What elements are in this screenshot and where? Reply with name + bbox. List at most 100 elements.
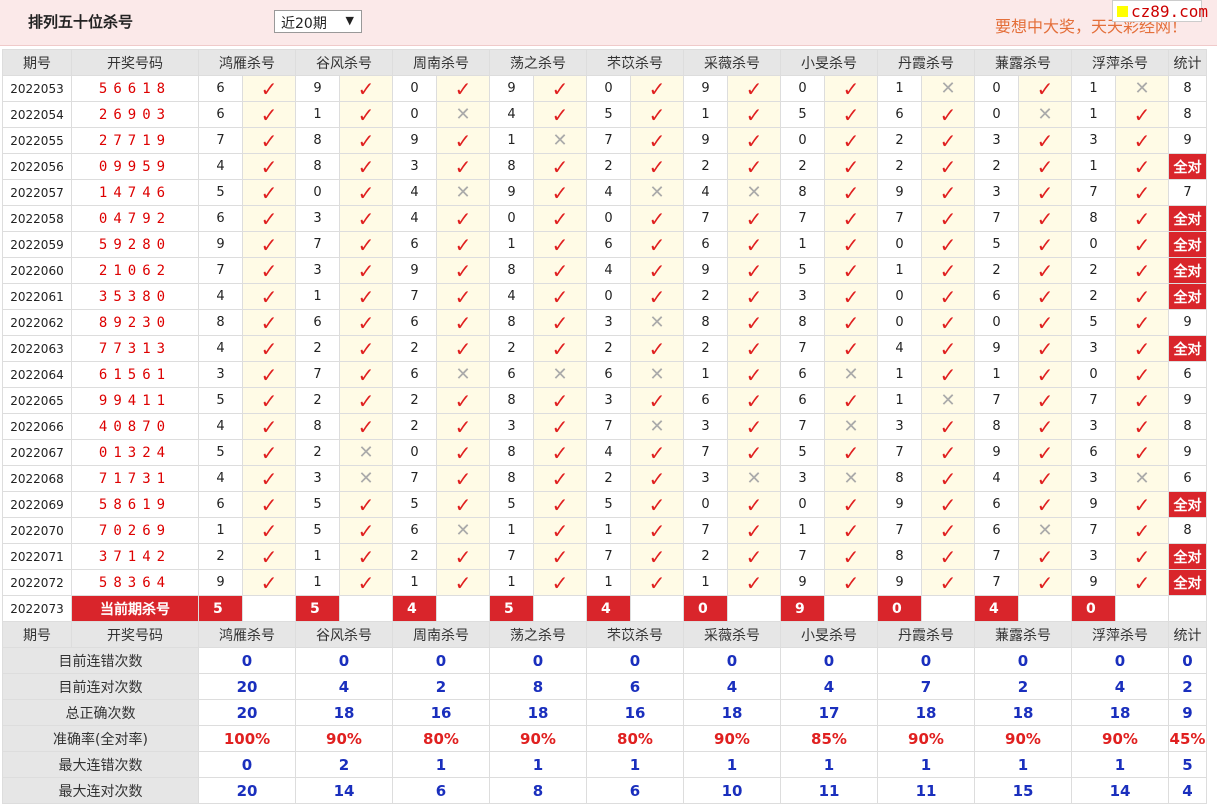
kill-number-cell: 4 bbox=[877, 335, 922, 362]
kill-number-cell: 6 bbox=[392, 361, 437, 388]
summary-value: 11 bbox=[780, 777, 878, 804]
kill-number-cell: 6 bbox=[877, 101, 922, 128]
kill-number-cell: 8 bbox=[489, 153, 534, 180]
check-icon: ✓ bbox=[921, 153, 975, 180]
check-icon: ✓ bbox=[339, 283, 393, 310]
kill-number-cell: 3 bbox=[1071, 413, 1116, 440]
kill-number-cell: 6 bbox=[392, 517, 437, 544]
kill-number-cell: 8 bbox=[1071, 205, 1116, 232]
site-logo[interactable]: cz89.com bbox=[1112, 0, 1208, 22]
check-icon: ✓ bbox=[436, 569, 490, 596]
check-icon: ✓ bbox=[533, 413, 587, 440]
check-icon: ✓ bbox=[727, 283, 781, 310]
kill-number-cell: 0 bbox=[974, 101, 1019, 128]
kill-number-cell: 0 bbox=[1071, 231, 1116, 258]
table-row: 2022054 26903 6 ✓ 1 ✓ 0 ✕ 4 ✓ 5 ✓ 1 ✓ 5 ✓ 6 ✓ 0 ✕ 1 ✓ 8 bbox=[2, 101, 1207, 128]
kill-number-cell: 9 bbox=[683, 127, 728, 154]
top-bar: 排列五十位杀号 近20期 ▼ 要想中大奖，天天彩经网！ cz89.com bbox=[0, 0, 1217, 46]
check-icon: ✓ bbox=[1018, 283, 1072, 310]
table-row: 2022071 37142 2 ✓ 1 ✓ 2 ✓ 7 ✓ 7 ✓ 2 ✓ 7 ✓ 8 ✓ 7 ✓ 3 ✓ 全对 bbox=[2, 543, 1207, 570]
check-icon: ✓ bbox=[727, 413, 781, 440]
check-icon: ✓ bbox=[727, 387, 781, 414]
check-icon: ✓ bbox=[824, 283, 878, 310]
cross-icon: ✕ bbox=[436, 179, 490, 206]
stat-cell: 8 bbox=[1168, 517, 1207, 544]
kill-number-cell: 0 bbox=[586, 75, 631, 102]
summary-value: 90% bbox=[974, 725, 1072, 752]
table-row: 2022063 77313 4 ✓ 2 ✓ 2 ✓ 2 ✓ 2 ✓ 2 ✓ 7 ✓ 4 ✓ 9 ✓ 3 ✓ 全对 bbox=[2, 335, 1207, 362]
check-icon: ✓ bbox=[1115, 361, 1169, 388]
kill-number-cell: 9 bbox=[877, 569, 922, 596]
summary-value: 7 bbox=[877, 673, 975, 700]
summary-value: 16 bbox=[586, 699, 684, 726]
kill-number-cell: 2 bbox=[780, 153, 825, 180]
open-number-cell: 27719 bbox=[71, 127, 199, 154]
col-header-expert: 鸿雁杀号 bbox=[198, 621, 296, 648]
col-header-expert: 浮萍杀号 bbox=[1071, 49, 1169, 76]
summary-value: 6 bbox=[392, 777, 490, 804]
kill-number-cell: 0 bbox=[877, 283, 922, 310]
check-icon: ✓ bbox=[242, 491, 296, 518]
kill-number-cell: 0 bbox=[1071, 361, 1116, 388]
summary-label: 最大连对次数 bbox=[2, 777, 199, 804]
kill-number-cell: 4 bbox=[586, 439, 631, 466]
table-row: 2022055 27719 7 ✓ 8 ✓ 9 ✓ 1 ✕ 7 ✓ 9 ✓ 0 ✓ 2 ✓ 3 ✓ 3 ✓ 9 bbox=[2, 127, 1207, 154]
summary-value: 20 bbox=[198, 777, 296, 804]
summary-value: 2 bbox=[295, 751, 393, 778]
check-icon: ✓ bbox=[533, 491, 587, 518]
kill-number-cell: 7 bbox=[198, 257, 243, 284]
check-icon: ✓ bbox=[921, 543, 975, 570]
kill-number-cell: 6 bbox=[780, 361, 825, 388]
check-icon: ✓ bbox=[824, 491, 878, 518]
cross-icon: ✕ bbox=[1018, 517, 1072, 544]
open-number-cell: 01324 bbox=[71, 439, 199, 466]
kill-number-cell: 1 bbox=[1071, 153, 1116, 180]
kill-number-cell: 7 bbox=[780, 335, 825, 362]
kill-number-cell: 4 bbox=[392, 179, 437, 206]
check-icon: ✓ bbox=[1115, 491, 1169, 518]
current-kill-blank bbox=[630, 595, 684, 622]
check-icon: ✓ bbox=[339, 101, 393, 128]
period-select[interactable]: 近20期 ▼ bbox=[274, 10, 362, 33]
summary-stat-value: 0 bbox=[1168, 647, 1207, 674]
summary-value: 11 bbox=[877, 777, 975, 804]
kill-number-cell: 0 bbox=[974, 75, 1019, 102]
all-correct-badge: 全对 bbox=[1168, 205, 1207, 232]
check-icon: ✓ bbox=[1115, 127, 1169, 154]
kill-number-cell: 0 bbox=[974, 309, 1019, 336]
summary-value: 20 bbox=[198, 699, 296, 726]
kill-number-cell: 5 bbox=[489, 491, 534, 518]
check-icon: ✓ bbox=[339, 569, 393, 596]
period-cell: 2022056 bbox=[2, 153, 72, 180]
check-icon: ✓ bbox=[1018, 569, 1072, 596]
kill-number-cell: 3 bbox=[489, 413, 534, 440]
stat-cell: 9 bbox=[1168, 387, 1207, 414]
stat-cell: 9 bbox=[1168, 439, 1207, 466]
kill-number-cell: 9 bbox=[295, 75, 340, 102]
current-kill-number: 5 bbox=[489, 595, 534, 622]
col-header-expert: 丹霞杀号 bbox=[877, 49, 975, 76]
table-row: 2022068 71731 4 ✓ 3 ✕ 7 ✓ 8 ✓ 2 ✓ 3 ✕ 3 ✕ 8 ✓ 4 ✓ 3 ✕ 6 bbox=[2, 465, 1207, 492]
check-icon: ✓ bbox=[1115, 413, 1169, 440]
all-correct-badge: 全对 bbox=[1168, 283, 1207, 310]
check-icon: ✓ bbox=[242, 101, 296, 128]
kill-number-cell: 5 bbox=[586, 101, 631, 128]
col-header-expert: 芣苡杀号 bbox=[586, 49, 684, 76]
check-icon: ✓ bbox=[339, 127, 393, 154]
col-header-expert: 蒹露杀号 bbox=[974, 621, 1072, 648]
summary-value: 1 bbox=[392, 751, 490, 778]
all-correct-badge: 全对 bbox=[1168, 231, 1207, 258]
check-icon: ✓ bbox=[436, 153, 490, 180]
check-icon: ✓ bbox=[824, 335, 878, 362]
kill-number-cell: 2 bbox=[974, 153, 1019, 180]
col-header-expert: 采薇杀号 bbox=[683, 621, 781, 648]
kill-number-cell: 2 bbox=[1071, 283, 1116, 310]
summary-value: 0 bbox=[586, 647, 684, 674]
col-header-expert: 小旻杀号 bbox=[780, 49, 878, 76]
check-icon: ✓ bbox=[921, 465, 975, 492]
stat-cell: 9 bbox=[1168, 127, 1207, 154]
check-icon: ✓ bbox=[242, 257, 296, 284]
check-icon: ✓ bbox=[533, 387, 587, 414]
check-icon: ✓ bbox=[1018, 309, 1072, 336]
check-icon: ✓ bbox=[630, 387, 684, 414]
